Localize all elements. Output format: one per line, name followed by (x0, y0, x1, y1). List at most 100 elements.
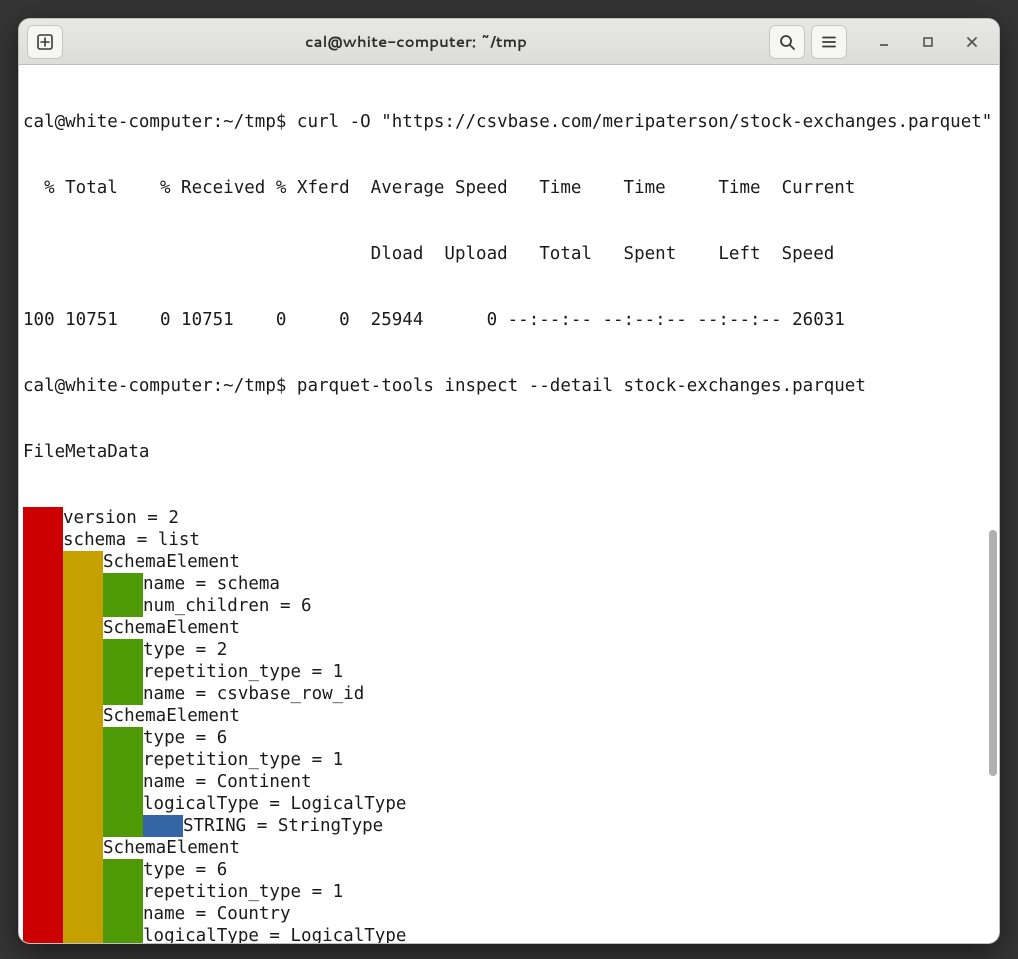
indent-bar-green (103, 859, 143, 881)
plus-square-icon (36, 33, 54, 51)
tree-text: name = schema (143, 573, 280, 595)
tree-line: logicalType = LogicalType (23, 925, 995, 943)
tree-line: SchemaElement (23, 617, 995, 639)
tree-text: STRING = StringType (183, 815, 383, 837)
indent-bar-red (23, 881, 63, 903)
minimize-button[interactable] (865, 25, 903, 59)
tree-line: num_children = 6 (23, 595, 995, 617)
tree-text: schema = list (63, 529, 200, 551)
scrollbar-thumb[interactable] (989, 530, 997, 776)
indent-bar-green (103, 595, 143, 617)
tree-line: repetition_type = 1 (23, 661, 995, 683)
tree-text: SchemaElement (103, 705, 240, 727)
tree-line: repetition_type = 1 (23, 749, 995, 771)
terminal-body[interactable]: cal@white-computer:~/tmp$ curl -O "https… (19, 65, 999, 943)
tree-text: version = 2 (63, 507, 179, 529)
tree-line: SchemaElement (23, 705, 995, 727)
tree-line: SchemaElement (23, 837, 995, 859)
indent-bar-yellow (63, 661, 103, 683)
terminal-line: cal@white-computer:~/tmp$ parquet-tools … (23, 375, 866, 397)
terminal-window: cal@white-computer: ~/tmp (18, 18, 1000, 944)
indent-bar-green (103, 727, 143, 749)
tree-line: SchemaElement (23, 551, 995, 573)
tree-text: SchemaElement (103, 551, 240, 573)
tree-line: type = 2 (23, 639, 995, 661)
tree-text: name = csvbase_row_id (143, 683, 364, 705)
indent-bar-yellow (63, 793, 103, 815)
indent-bar-red (23, 771, 63, 793)
tree-text: num_children = 6 (143, 595, 312, 617)
tree-line: schema = list (23, 529, 995, 551)
indent-bar-red (23, 815, 63, 837)
close-icon (965, 35, 979, 49)
indent-bar-green (103, 639, 143, 661)
tree-text: type = 2 (143, 639, 227, 661)
indent-bar-green (103, 793, 143, 815)
indent-bar-green (103, 749, 143, 771)
indent-bar-red (23, 727, 63, 749)
indent-bar-red (23, 507, 63, 529)
indent-bar-yellow (63, 771, 103, 793)
indent-bar-red (23, 793, 63, 815)
indent-bar-green (103, 573, 143, 595)
tree-line: name = Continent (23, 771, 995, 793)
terminal-line: cal@white-computer:~/tmp$ curl -O "https… (23, 111, 992, 133)
tree-line: version = 2 (23, 507, 995, 529)
indent-bar-green (103, 903, 143, 925)
indent-bar-yellow (63, 881, 103, 903)
tree-text: type = 6 (143, 727, 227, 749)
close-button[interactable] (953, 25, 991, 59)
indent-bar-green (103, 815, 143, 837)
indent-bar-yellow (63, 859, 103, 881)
indent-bar-green (103, 925, 143, 943)
indent-bar-yellow (63, 903, 103, 925)
tree-text: logicalType = LogicalType (143, 925, 406, 943)
indent-bar-yellow (63, 573, 103, 595)
indent-bar-red (23, 903, 63, 925)
indent-bar-red (23, 551, 63, 573)
indent-bar-yellow (63, 749, 103, 771)
tree-line: name = Country (23, 903, 995, 925)
tree-line: repetition_type = 1 (23, 881, 995, 903)
indent-bar-red (23, 639, 63, 661)
indent-bar-red (23, 859, 63, 881)
indent-bar-blue (143, 815, 183, 837)
indent-bar-green (103, 661, 143, 683)
menu-button[interactable] (811, 25, 847, 59)
tree-line: name = schema (23, 573, 995, 595)
indent-bar-red (23, 705, 63, 727)
tree-line: logicalType = LogicalType (23, 793, 995, 815)
tree-line: type = 6 (23, 727, 995, 749)
tree-text: name = Country (143, 903, 291, 925)
tree-text: SchemaElement (103, 617, 240, 639)
indent-bar-red (23, 683, 63, 705)
terminal-line: FileMetaData (23, 441, 149, 463)
terminal-line: % Total % Received % Xferd Average Speed… (23, 177, 855, 199)
indent-bar-yellow (63, 639, 103, 661)
tree-text: logicalType = LogicalType (143, 793, 406, 815)
indent-bar-yellow (63, 705, 103, 727)
search-button[interactable] (769, 25, 805, 59)
indent-bar-yellow (63, 683, 103, 705)
maximize-icon (921, 35, 935, 49)
tree-text: type = 6 (143, 859, 227, 881)
indent-bar-red (23, 749, 63, 771)
minimize-icon (877, 35, 891, 49)
hamburger-icon (820, 33, 838, 51)
indent-bar-yellow (63, 837, 103, 859)
maximize-button[interactable] (909, 25, 947, 59)
window-title: cal@white-computer: ~/tmp (69, 31, 763, 52)
indent-bar-yellow (63, 617, 103, 639)
indent-bar-green (103, 771, 143, 793)
terminal-line: Dload Upload Total Spent Left Speed (23, 243, 834, 265)
tree-line: STRING = StringType (23, 815, 995, 837)
indent-bar-red (23, 617, 63, 639)
indent-bar-red (23, 573, 63, 595)
search-icon (778, 33, 796, 51)
indent-bar-yellow (63, 925, 103, 943)
terminal-line: 100 10751 0 10751 0 0 25944 0 --:--:-- -… (23, 309, 845, 331)
tree-text: repetition_type = 1 (143, 661, 343, 683)
scrollbar[interactable] (987, 65, 999, 943)
new-tab-button[interactable] (27, 25, 63, 59)
indent-bar-red (23, 837, 63, 859)
